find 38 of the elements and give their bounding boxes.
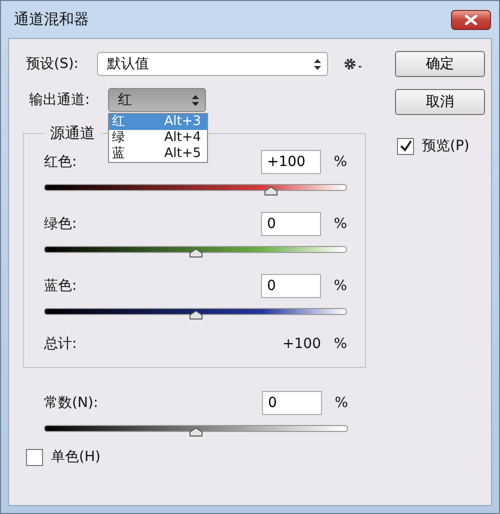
window-title: 通道混和器 [14,10,89,29]
gear-icon[interactable] [343,57,363,71]
menu-item[interactable]: 绿 Alt+4 [109,130,207,146]
total-value: +100 [282,336,321,352]
unit-label: % [332,216,347,232]
group-title: 源通道 [49,124,96,143]
close-button[interactable] [451,10,491,30]
value-input[interactable]: 0 [262,391,322,415]
constant-label: 常数(N): [44,394,98,412]
checkbox[interactable] [26,448,43,466]
unit-label: % [332,278,347,294]
value-input[interactable]: 0 [261,212,321,236]
channel-label: 红色: [44,153,77,171]
preset-select[interactable]: 默认值 [97,52,328,76]
slider-thumb[interactable] [188,310,202,320]
slider-thumb[interactable] [188,248,202,258]
unit-label: % [332,154,347,170]
total-label: 总计: [44,335,77,353]
checkbox-label: 单色(H) [51,448,100,466]
updown-icon [314,58,321,70]
slider-thumb[interactable] [189,427,203,437]
checkbox-label: 预览(P) [422,137,470,155]
channel-label: 蓝色: [44,277,77,295]
unit-label: % [334,395,348,411]
channel-label: 绿色: [44,215,77,233]
close-icon [465,14,477,24]
output-channel-select[interactable]: 红 [108,88,206,112]
updown-icon [192,94,199,106]
slider-thumb[interactable] [264,186,278,196]
output-channel-label: 输出通道: [29,91,91,109]
menu-item[interactable]: 蓝 Alt+5 [109,146,207,162]
value-input[interactable]: +100 [261,150,321,174]
unit-label: % [332,336,347,352]
checkbox[interactable] [397,138,414,154]
preset-label: 预设(S): [26,55,80,73]
dialog-button[interactable]: 确定 [395,51,485,77]
dialog-button[interactable]: 取消 [395,89,485,115]
value-input[interactable]: 0 [261,274,321,298]
